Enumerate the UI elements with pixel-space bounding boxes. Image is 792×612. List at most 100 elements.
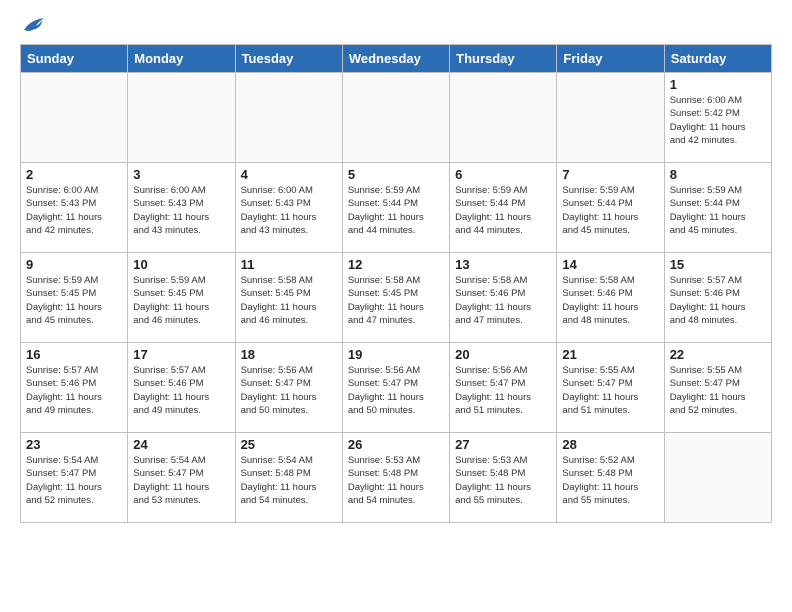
day-number: 19 — [348, 347, 444, 362]
calendar-cell: 14 Sunrise: 5:58 AM Sunset: 5:46 PM Dayli… — [557, 253, 664, 343]
calendar-cell: 28 Sunrise: 5:52 AM Sunset: 5:48 PM Dayli… — [557, 433, 664, 523]
calendar-cell: 1 Sunrise: 6:00 AM Sunset: 5:42 PM Daylig… — [664, 73, 771, 163]
day-number: 26 — [348, 437, 444, 452]
day-number: 3 — [133, 167, 229, 182]
day-number: 28 — [562, 437, 658, 452]
calendar-cell: 25 Sunrise: 5:54 AM Sunset: 5:48 PM Dayli… — [235, 433, 342, 523]
day-info: Sunrise: 5:53 AM Sunset: 5:48 PM Dayligh… — [455, 454, 551, 507]
calendar-cell — [557, 73, 664, 163]
day-number: 24 — [133, 437, 229, 452]
calendar-cell — [450, 73, 557, 163]
day-info: Sunrise: 5:58 AM Sunset: 5:46 PM Dayligh… — [455, 274, 551, 327]
day-info: Sunrise: 6:00 AM Sunset: 5:42 PM Dayligh… — [670, 94, 766, 147]
day-number: 4 — [241, 167, 337, 182]
calendar-cell: 7 Sunrise: 5:59 AM Sunset: 5:44 PM Daylig… — [557, 163, 664, 253]
day-info: Sunrise: 5:56 AM Sunset: 5:47 PM Dayligh… — [241, 364, 337, 417]
calendar-cell — [235, 73, 342, 163]
calendar-cell: 9 Sunrise: 5:59 AM Sunset: 5:45 PM Daylig… — [21, 253, 128, 343]
calendar-cell: 24 Sunrise: 5:54 AM Sunset: 5:47 PM Dayli… — [128, 433, 235, 523]
day-number: 27 — [455, 437, 551, 452]
calendar-cell: 19Sunrise: 5:56 AM Sunset: 5:47 PM Dayli… — [342, 343, 449, 433]
day-number: 16 — [26, 347, 122, 362]
day-info: Sunrise: 5:58 AM Sunset: 5:46 PM Dayligh… — [562, 274, 658, 327]
day-info: Sunrise: 5:59 AM Sunset: 5:44 PM Dayligh… — [348, 184, 444, 237]
calendar-cell: 2Sunrise: 6:00 AM Sunset: 5:43 PM Daylig… — [21, 163, 128, 253]
calendar-cell: 13 Sunrise: 5:58 AM Sunset: 5:46 PM Dayli… — [450, 253, 557, 343]
page: SundayMondayTuesdayWednesdayThursdayFrid… — [0, 0, 792, 533]
calendar-week-row: 9 Sunrise: 5:59 AM Sunset: 5:45 PM Daylig… — [21, 253, 772, 343]
calendar-cell: 4 Sunrise: 6:00 AM Sunset: 5:43 PM Daylig… — [235, 163, 342, 253]
day-number: 13 — [455, 257, 551, 272]
calendar-cell: 22 Sunrise: 5:55 AM Sunset: 5:47 PM Dayli… — [664, 343, 771, 433]
day-number: 22 — [670, 347, 766, 362]
day-info: Sunrise: 5:59 AM Sunset: 5:44 PM Dayligh… — [455, 184, 551, 237]
calendar-cell: 21 Sunrise: 5:55 AM Sunset: 5:47 PM Dayli… — [557, 343, 664, 433]
calendar-cell: 23 Sunrise: 5:54 AM Sunset: 5:47 PM Dayli… — [21, 433, 128, 523]
logo — [20, 16, 44, 36]
calendar-cell: 27 Sunrise: 5:53 AM Sunset: 5:48 PM Dayli… — [450, 433, 557, 523]
day-info: Sunrise: 5:59 AM Sunset: 5:44 PM Dayligh… — [562, 184, 658, 237]
day-number: 21 — [562, 347, 658, 362]
calendar-cell: 3 Sunrise: 6:00 AM Sunset: 5:43 PM Daylig… — [128, 163, 235, 253]
day-info: Sunrise: 5:59 AM Sunset: 5:45 PM Dayligh… — [133, 274, 229, 327]
day-info: Sunrise: 6:00 AM Sunset: 5:43 PM Dayligh… — [133, 184, 229, 237]
day-info: Sunrise: 5:58 AM Sunset: 5:45 PM Dayligh… — [241, 274, 337, 327]
calendar-cell: 10 Sunrise: 5:59 AM Sunset: 5:45 PM Dayli… — [128, 253, 235, 343]
calendar-cell: 16 Sunrise: 5:57 AM Sunset: 5:46 PM Dayli… — [21, 343, 128, 433]
calendar-week-row: 2 Sunrise: 6:00 AM Sunset: 5:43 PM Daylig… — [21, 163, 772, 253]
day-number: 15 — [670, 257, 766, 272]
calendar-week-row: 23 Sunrise: 5:54 AM Sunset: 5:47 PM Dayli… — [21, 433, 772, 523]
day-info: Sunrise: 6:00 AM Sunset: 5:43 PM Dayligh… — [241, 184, 337, 237]
logo-bird-icon — [22, 16, 44, 34]
weekday-header-thursday: Thursday — [450, 45, 557, 73]
day-info: Sunrise: 5:54 AM Sunset: 5:47 PM Dayligh… — [26, 454, 122, 507]
day-number: 10 — [133, 257, 229, 272]
header — [20, 16, 772, 36]
calendar-cell — [21, 73, 128, 163]
day-number: 11 — [241, 257, 337, 272]
day-number: 8 — [670, 167, 766, 182]
day-number: 23 — [26, 437, 122, 452]
day-info: Sunrise: 5:57 AM Sunset: 5:46 PM Dayligh… — [26, 364, 122, 417]
calendar-cell — [664, 433, 771, 523]
day-number: 17 — [133, 347, 229, 362]
calendar-cell — [128, 73, 235, 163]
day-info: Sunrise: 5:59 AM Sunset: 5:45 PM Dayligh… — [26, 274, 122, 327]
weekday-header-tuesday: Tuesday — [235, 45, 342, 73]
calendar-cell: 11 Sunrise: 5:58 AM Sunset: 5:45 PM Dayli… — [235, 253, 342, 343]
day-info: Sunrise: 5:58 AM Sunset: 5:45 PM Dayligh… — [348, 274, 444, 327]
day-info: Sunrise: 5:55 AM Sunset: 5:47 PM Dayligh… — [562, 364, 658, 417]
calendar-cell: 15Sunrise: 5:57 AM Sunset: 5:46 PM Dayli… — [664, 253, 771, 343]
day-info: Sunrise: 5:55 AM Sunset: 5:47 PM Dayligh… — [670, 364, 766, 417]
day-info: Sunrise: 5:53 AM Sunset: 5:48 PM Dayligh… — [348, 454, 444, 507]
weekday-header-saturday: Saturday — [664, 45, 771, 73]
day-number: 18 — [241, 347, 337, 362]
calendar-table: SundayMondayTuesdayWednesdayThursdayFrid… — [20, 44, 772, 523]
calendar-header-row: SundayMondayTuesdayWednesdayThursdayFrid… — [21, 45, 772, 73]
day-number: 14 — [562, 257, 658, 272]
day-number: 1 — [670, 77, 766, 92]
day-info: Sunrise: 5:54 AM Sunset: 5:47 PM Dayligh… — [133, 454, 229, 507]
day-number: 20 — [455, 347, 551, 362]
calendar-cell: 5 Sunrise: 5:59 AM Sunset: 5:44 PM Daylig… — [342, 163, 449, 253]
day-number: 25 — [241, 437, 337, 452]
calendar-cell: 26 Sunrise: 5:53 AM Sunset: 5:48 PM Dayli… — [342, 433, 449, 523]
day-info: Sunrise: 5:57 AM Sunset: 5:46 PM Dayligh… — [133, 364, 229, 417]
day-number: 9 — [26, 257, 122, 272]
day-number: 6 — [455, 167, 551, 182]
calendar-cell — [342, 73, 449, 163]
day-number: 7 — [562, 167, 658, 182]
calendar-week-row: 1 Sunrise: 6:00 AM Sunset: 5:42 PM Daylig… — [21, 73, 772, 163]
calendar-cell: 18 Sunrise: 5:56 AM Sunset: 5:47 PM Dayli… — [235, 343, 342, 433]
day-number: 5 — [348, 167, 444, 182]
weekday-header-monday: Monday — [128, 45, 235, 73]
day-info: Sunrise: 5:52 AM Sunset: 5:48 PM Dayligh… — [562, 454, 658, 507]
weekday-header-sunday: Sunday — [21, 45, 128, 73]
calendar-cell: 17 Sunrise: 5:57 AM Sunset: 5:46 PM Dayli… — [128, 343, 235, 433]
weekday-header-wednesday: Wednesday — [342, 45, 449, 73]
day-info: Sunrise: 5:54 AM Sunset: 5:48 PM Dayligh… — [241, 454, 337, 507]
day-number: 12 — [348, 257, 444, 272]
day-number: 2 — [26, 167, 122, 182]
calendar-cell: 12 Sunrise: 5:58 AM Sunset: 5:45 PM Dayli… — [342, 253, 449, 343]
calendar-week-row: 16 Sunrise: 5:57 AM Sunset: 5:46 PM Dayli… — [21, 343, 772, 433]
